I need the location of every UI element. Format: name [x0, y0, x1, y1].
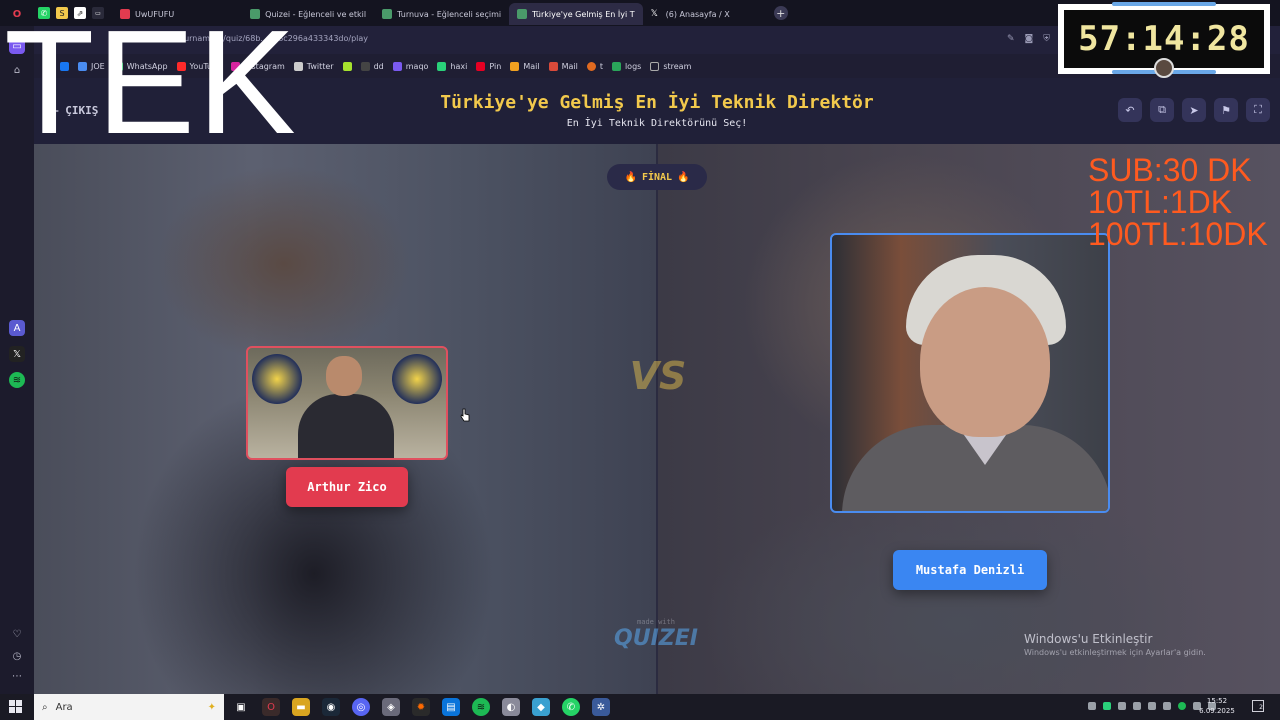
bookmark-icon	[611, 61, 621, 71]
spotify-icon[interactable]: ≋	[472, 698, 490, 716]
windows-taskbar: ⌕ Ara ✦ ▣ O ▬ ◉ ◎ ◈ ✹ ▤ ≋ ◐ ◆ ✆ ✲ 15:52 …	[0, 694, 1280, 720]
bookmark-item[interactable]: dd	[360, 61, 384, 71]
tray-icon[interactable]	[1163, 702, 1171, 710]
app-icon[interactable]: ◐	[502, 698, 520, 716]
pinterest-icon	[476, 61, 486, 71]
app-icon[interactable]: ◆	[532, 698, 550, 716]
bookmark-folder[interactable]: stream	[650, 61, 691, 71]
undo-icon[interactable]: ↶	[1118, 98, 1142, 122]
heart-icon[interactable]: ♡	[9, 626, 25, 642]
camera-icon[interactable]: ◙	[1025, 34, 1034, 44]
right-choice-photo[interactable]	[830, 233, 1110, 513]
whatsapp-icon[interactable]: ✆	[562, 698, 580, 716]
divider	[656, 144, 658, 694]
screen: ✆ S ⇗ ▭ UwUFUFU Quizei - Eğlenceli ve et…	[0, 0, 1280, 720]
donation-rules: SUB:30 DK 10TL:1DK 100TL:10DK	[1088, 152, 1268, 252]
tab-turnuva[interactable]: Turnuva - Eğlenceli seçimi	[374, 3, 509, 25]
bookmark-item[interactable]: logs	[611, 61, 641, 71]
club-crest	[392, 354, 442, 404]
app-icon[interactable]: ✲	[592, 698, 610, 716]
opera-gx-icon[interactable]: O	[262, 698, 280, 716]
app-icon[interactable]: ◈	[382, 698, 400, 716]
file-explorer-icon[interactable]: ▬	[292, 698, 310, 716]
fire-icon: 🔥	[624, 171, 637, 183]
bookmark-item[interactable]	[342, 61, 352, 71]
steam-icon[interactable]: ◉	[322, 698, 340, 716]
taskbar-apps: ▣ O ▬ ◉ ◎ ◈ ✹ ▤ ≋ ◐ ◆ ✆ ✲	[232, 698, 610, 716]
edit-icon[interactable]: ✎	[1007, 34, 1015, 44]
tek-overlay-text: TEK	[4, 0, 298, 165]
bookmark-item[interactable]: maqo	[392, 61, 428, 71]
bookmark-item[interactable]: Mail	[548, 61, 578, 71]
made-with-badge[interactable]: made with QUIZEI	[604, 618, 708, 651]
round-badge: 🔥 FİNAL 🔥	[607, 164, 707, 190]
copy-icon[interactable]: ⧉	[1150, 98, 1174, 122]
discord-icon[interactable]: ◎	[352, 698, 370, 716]
quizei-icon	[517, 9, 528, 19]
person-head	[920, 287, 1050, 437]
folder-icon	[650, 61, 660, 71]
notification-icon[interactable]: 2	[1252, 700, 1264, 712]
bookmark-icon	[392, 61, 402, 71]
history-icon[interactable]: ◷	[9, 648, 25, 664]
bookmark-item[interactable]: Twitter	[293, 61, 334, 71]
app-icon[interactable]: A	[9, 320, 25, 336]
windows-start-icon[interactable]	[9, 700, 23, 714]
person-silhouette	[298, 394, 394, 458]
quiz-controls: ↶ ⧉ ➤ ⚑ ⛶	[1118, 98, 1270, 122]
bookmark-item[interactable]: t	[586, 61, 603, 71]
app-icon[interactable]: ▤	[442, 698, 460, 716]
tray-icon[interactable]	[1103, 702, 1111, 710]
tab-active-quiz[interactable]: Türkiye'ye Gelmiş En İyi T	[509, 3, 643, 25]
x-icon: 𝕏	[650, 9, 658, 19]
left-choice-button[interactable]: Arthur Zico	[286, 467, 408, 507]
search-icon: ⌕	[42, 701, 48, 713]
bookmark-item[interactable]: haxi	[437, 61, 467, 71]
spotify-icon[interactable]	[1178, 702, 1186, 710]
shield-icon[interactable]: ⛨	[1043, 34, 1050, 44]
tab-x[interactable]: 𝕏 (6) Anasayfa / X	[643, 3, 738, 25]
bookmark-icon	[437, 61, 447, 71]
fullscreen-icon[interactable]: ⛶	[1246, 98, 1270, 122]
task-view-icon[interactable]: ▣	[232, 698, 250, 716]
windows-activation-watermark: Windows'u Etkinleştir Windows'u etkinleş…	[1024, 632, 1206, 657]
quizei-logo: QUIZEI	[614, 626, 698, 651]
timer-accent	[1112, 2, 1216, 6]
gmail-icon	[548, 61, 558, 71]
bookmark-icon	[360, 61, 370, 71]
bookmark-item[interactable]: Pin	[476, 61, 501, 71]
send-icon[interactable]: ➤	[1182, 98, 1206, 122]
tray-icon[interactable]	[1148, 702, 1156, 710]
hand-cursor-icon	[460, 408, 470, 422]
spotify-icon[interactable]: ≋	[9, 372, 25, 388]
address-bar-actions: ✎ ◙ ⛨	[1007, 34, 1050, 44]
bookmark-icon	[586, 61, 596, 71]
new-tab-button[interactable]: +	[773, 6, 788, 20]
flag-icon[interactable]: ⚑	[1214, 98, 1238, 122]
tray-icon[interactable]	[1133, 702, 1141, 710]
more-icon[interactable]: ⋯	[9, 668, 25, 684]
quizei-icon	[382, 9, 393, 19]
left-choice-photo[interactable]	[246, 346, 448, 460]
tray-icon[interactable]	[1088, 702, 1096, 710]
taskbar-clock[interactable]: 15:52 6.09.2025	[1196, 696, 1238, 716]
right-choice-button[interactable]: Mustafa Denizli	[893, 550, 1047, 590]
sparkle-icon: ✦	[207, 701, 216, 713]
taskbar-search[interactable]: ⌕ Ara ✦	[34, 694, 224, 720]
club-crest	[252, 354, 302, 404]
bookmark-icon	[342, 61, 352, 71]
streamer-avatar	[1154, 58, 1174, 78]
vs-emblem: VS	[629, 354, 687, 398]
person-head	[326, 356, 362, 396]
x-icon[interactable]: 𝕏	[9, 346, 25, 362]
mail-icon	[510, 61, 520, 71]
tray-icon[interactable]	[1118, 702, 1126, 710]
bookmark-item[interactable]: Mail	[510, 61, 540, 71]
app-icon[interactable]: ✹	[412, 698, 430, 716]
fire-icon: 🔥	[677, 171, 690, 183]
